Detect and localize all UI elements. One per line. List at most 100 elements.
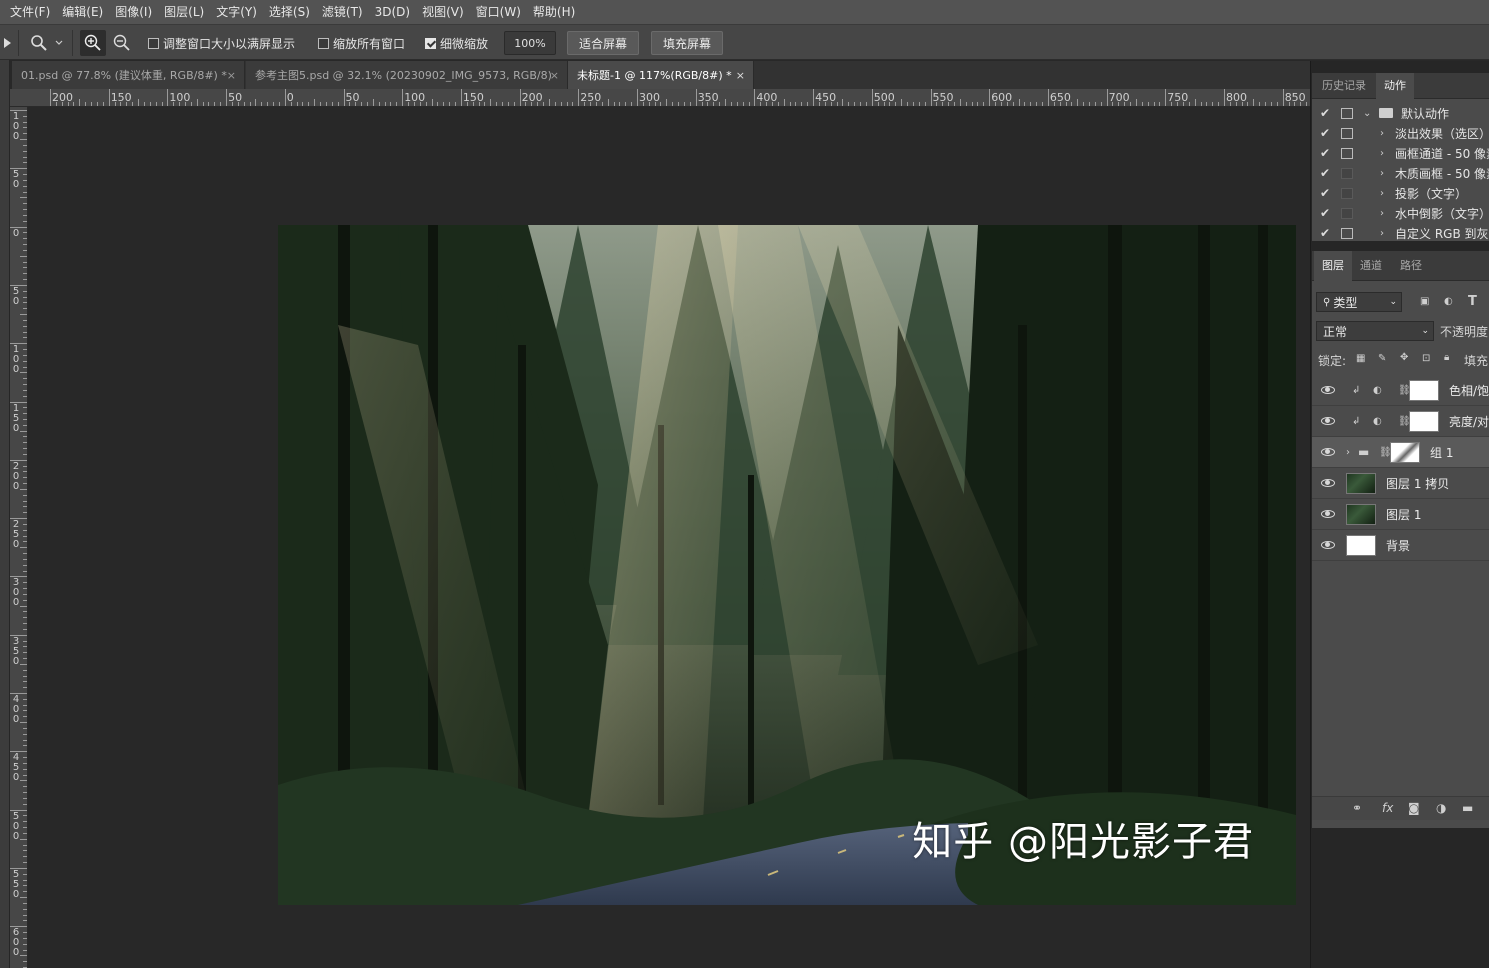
layer-name[interactable]: 亮度/对比度 1 — [1449, 413, 1489, 430]
menu-item[interactable]: 图层(L) — [158, 0, 210, 24]
chevron-right-icon[interactable]: › — [1380, 128, 1384, 139]
visibility-eye-icon[interactable] — [1321, 448, 1335, 456]
menu-item[interactable]: 帮助(H) — [527, 0, 581, 24]
tab-history[interactable]: 历史记录 — [1314, 73, 1374, 99]
layer-row[interactable]: ↲◐⛓亮度/对比度 1 — [1312, 406, 1489, 437]
chevron-right-icon[interactable]: › — [1380, 228, 1384, 239]
lock-transparent-icon[interactable]: ▦ — [1356, 353, 1365, 364]
chevron-right-icon[interactable]: › — [1380, 168, 1384, 179]
menu-item[interactable]: 文件(F) — [4, 0, 56, 24]
canvas-area[interactable]: 知乎 @阳光影子君 — [28, 107, 1310, 968]
chevron-right-icon[interactable]: › — [1346, 447, 1350, 458]
check-icon[interactable]: ✔ — [1320, 106, 1330, 120]
layer-name[interactable]: 色相/饱和度 1 — [1449, 382, 1489, 399]
visibility-eye-icon[interactable] — [1321, 510, 1335, 518]
zoom-in-icon[interactable] — [80, 30, 106, 56]
checkbox-box[interactable] — [148, 38, 159, 49]
check-icon[interactable]: ✔ — [1320, 226, 1330, 240]
zoom-all-windows-checkbox[interactable]: 缩放所有窗口 — [318, 35, 405, 52]
layer-name[interactable]: 组 1 — [1430, 444, 1453, 461]
lock-image-icon[interactable]: ✎ — [1378, 353, 1386, 364]
checkbox-box[interactable] — [318, 38, 329, 49]
tab-paths[interactable]: 路径 — [1392, 251, 1430, 281]
dialog-toggle-icon[interactable] — [1341, 107, 1353, 119]
layer-name[interactable]: 背景 — [1386, 537, 1410, 554]
type-filter-icon[interactable]: T — [1468, 294, 1477, 309]
layer-row[interactable]: 图层 1 — [1312, 499, 1489, 530]
action-row[interactable]: ✔ ⌄ 默认动作 — [1312, 103, 1489, 123]
visibility-eye-icon[interactable] — [1321, 479, 1335, 487]
action-row[interactable]: ✔ › 画框通道 - 50 像素 — [1312, 143, 1489, 163]
fill-screen-button[interactable]: 填充屏幕 — [651, 31, 723, 55]
action-row[interactable]: ✔ › 木质画框 - 50 像素 — [1312, 163, 1489, 183]
lock-position-icon[interactable]: ✥ — [1400, 352, 1408, 363]
mask-icon[interactable]: ◙ — [1408, 801, 1420, 815]
checkbox-box-checked[interactable] — [425, 38, 436, 49]
tab-actions[interactable]: 动作 — [1376, 73, 1414, 99]
chevron-right-icon[interactable]: › — [1380, 208, 1384, 219]
link-icon[interactable]: ⚭ — [1352, 801, 1362, 815]
layer-mask-thumbnail[interactable] — [1409, 379, 1439, 401]
layer-row[interactable]: › ▬ ⛓ 组 1 — [1312, 437, 1489, 468]
menu-item[interactable]: 选择(S) — [263, 0, 316, 24]
lock-all-icon[interactable]: 🔒︎ — [1444, 352, 1449, 363]
check-icon[interactable]: ✔ — [1320, 206, 1330, 220]
menu-item[interactable]: 图像(I) — [109, 0, 158, 24]
layer-row[interactable]: 图层 1 拷贝 — [1312, 468, 1489, 499]
layer-filter-select[interactable]: ⚲ 类型 ⌄ — [1316, 292, 1402, 312]
visibility-eye-icon[interactable] — [1321, 541, 1335, 549]
dialog-toggle-icon[interactable] — [1341, 227, 1353, 239]
dialog-toggle-icon[interactable] — [1341, 207, 1353, 219]
resize-windows-checkbox[interactable]: 调整窗口大小以满屏显示 — [148, 35, 295, 52]
chevron-down-icon[interactable]: ⌄ — [1363, 108, 1371, 119]
arrow-icon[interactable] — [0, 30, 20, 56]
dialog-toggle-icon[interactable] — [1341, 167, 1353, 179]
menu-item[interactable]: 3D(D) — [369, 0, 416, 24]
adjustment-icon[interactable]: ◑ — [1436, 801, 1446, 815]
chevron-right-icon[interactable]: › — [1380, 188, 1384, 199]
menu-item[interactable]: 文字(Y) — [210, 0, 263, 24]
layer-name[interactable]: 图层 1 拷贝 — [1386, 475, 1449, 492]
visibility-eye-icon[interactable] — [1321, 386, 1335, 394]
group-mask-thumbnail[interactable] — [1390, 441, 1420, 463]
action-row[interactable]: ✔ › 自定义 RGB 到灰度 — [1312, 223, 1489, 241]
layer-name[interactable]: 图层 1 — [1386, 506, 1421, 523]
tab-layers[interactable]: 图层 — [1314, 251, 1352, 281]
layer-mask-thumbnail[interactable] — [1409, 410, 1439, 432]
layer-thumbnail[interactable] — [1346, 503, 1376, 525]
layer-thumbnail[interactable] — [1346, 534, 1376, 556]
visibility-eye-icon[interactable] — [1321, 417, 1335, 425]
zoom-tool-preset-icon[interactable] — [26, 30, 52, 56]
adjustment-filter-icon[interactable]: ◐ — [1444, 296, 1453, 307]
chevron-right-icon[interactable]: › — [1380, 148, 1384, 159]
tab-document-01[interactable]: 01.psd @ 77.8% (建议体重, RGB/8#) * × — [12, 61, 245, 89]
zoom-out-icon[interactable] — [109, 30, 135, 56]
tab-document-reference[interactable]: 参考主图5.psd @ 32.1% (20230902_IMG_9573, RG… — [246, 61, 568, 89]
horizontal-ruler[interactable]: 200 150 100 50 0 50 100 150 200 250 300 350 400 450 50… — [10, 89, 1310, 107]
menu-item[interactable]: 编辑(E) — [56, 0, 109, 24]
dialog-toggle-icon[interactable] — [1341, 147, 1353, 159]
action-row[interactable]: ✔ › 水中倒影（文字） — [1312, 203, 1489, 223]
zoom-value-field[interactable]: 100% — [504, 31, 556, 55]
document-canvas[interactable]: 知乎 @阳光影子君 — [278, 225, 1296, 905]
check-icon[interactable]: ✔ — [1320, 146, 1330, 160]
menu-item[interactable]: 窗口(W) — [470, 0, 527, 24]
dialog-toggle-icon[interactable] — [1341, 187, 1353, 199]
folder-icon[interactable]: ▬ — [1462, 801, 1473, 815]
fx-icon[interactable]: fx — [1382, 801, 1393, 815]
tab-channels[interactable]: 通道 — [1352, 251, 1390, 281]
blend-mode-select[interactable]: 正常 ⌄ — [1316, 321, 1434, 341]
close-icon[interactable]: × — [227, 69, 236, 82]
close-icon[interactable]: × — [736, 69, 745, 82]
image-filter-icon[interactable]: ▣ — [1420, 296, 1429, 307]
tab-document-untitled[interactable]: 未标题-1 @ 117%(RGB/8#) * × — [568, 61, 754, 89]
check-icon[interactable]: ✔ — [1320, 166, 1330, 180]
toolbar-collapsed-strip[interactable] — [0, 24, 10, 968]
close-icon[interactable]: × — [550, 69, 559, 82]
scrubby-zoom-checkbox[interactable]: 细微缩放 — [425, 35, 488, 52]
layer-row[interactable]: ↲◐⛓色相/饱和度 1 — [1312, 375, 1489, 406]
lock-artboard-icon[interactable]: ⊡ — [1422, 353, 1430, 364]
layer-thumbnail[interactable] — [1346, 472, 1376, 494]
check-icon[interactable]: ✔ — [1320, 126, 1330, 140]
chevron-down-icon[interactable] — [52, 30, 66, 56]
